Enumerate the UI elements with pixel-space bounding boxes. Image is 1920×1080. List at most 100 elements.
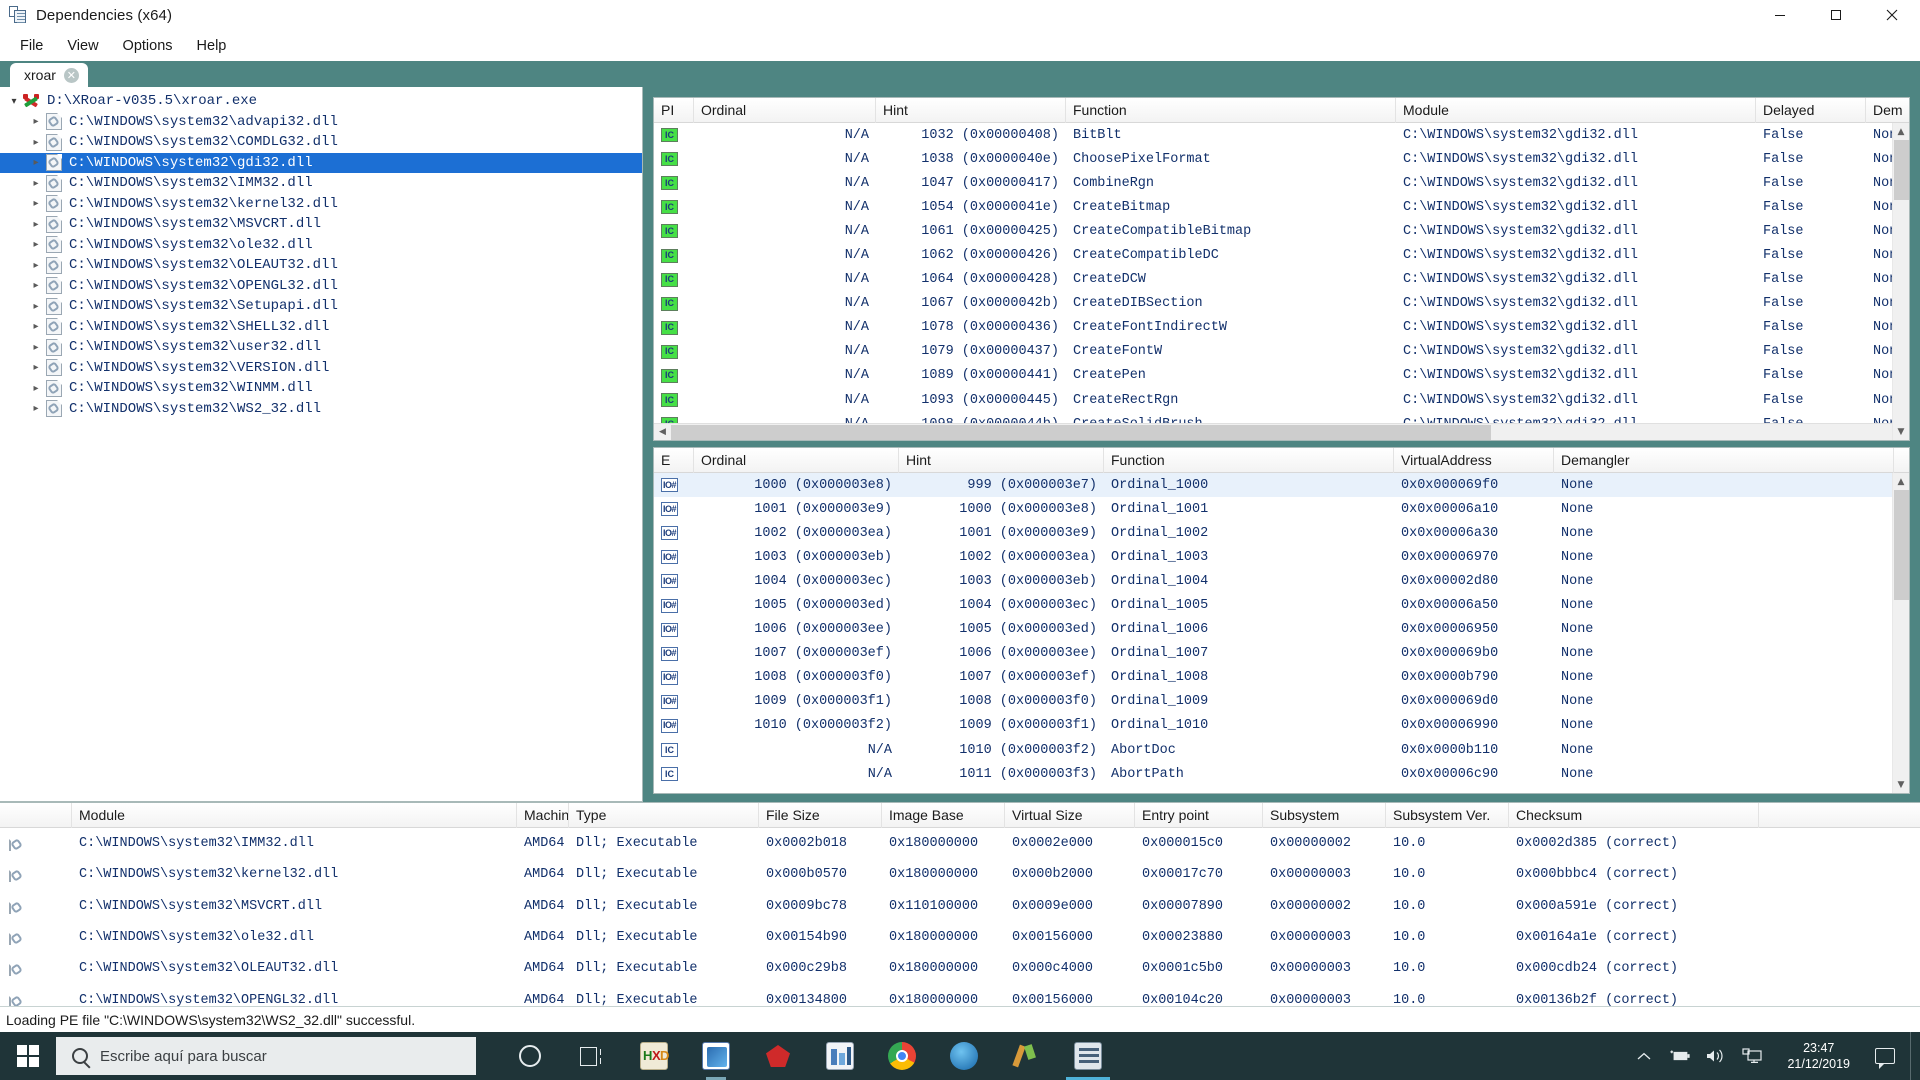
table-row[interactable]: IO# 1002 (0x000003ea) 1001 (0x000003e9) Ord… (654, 521, 1909, 545)
table-row[interactable]: IO# 1005 (0x000003ed) 1004 (0x000003ec) Ord… (654, 593, 1909, 617)
modules-grid[interactable]: ModuleMachineTypeFile SizeImage BaseVirt… (0, 802, 1920, 1006)
chevron-up-icon[interactable] (1633, 1045, 1655, 1067)
table-row[interactable]: IC N/A 1062 (0x00000426) CreateCompatibleDC… (654, 243, 1909, 267)
maximize-button[interactable] (1808, 0, 1864, 30)
chevron-right-icon[interactable]: ▸ (28, 362, 44, 373)
chevron-right-icon[interactable]: ▸ (28, 342, 44, 353)
chevron-right-icon[interactable]: ▸ (28, 260, 44, 271)
table-row[interactable]: C:\WINDOWS\system32\IMM32.dll AMD64 Dll; E… (0, 828, 1920, 859)
scroll-down-icon[interactable]: ▼ (1893, 776, 1910, 793)
chevron-right-icon[interactable]: ▸ (28, 403, 44, 414)
hxd-icon[interactable]: H X D (624, 1032, 684, 1080)
column-header[interactable]: File Size (759, 802, 882, 828)
column-header[interactable]: E (654, 448, 694, 473)
chevron-right-icon[interactable]: ▸ (28, 239, 44, 250)
taskbar-clock[interactable]: 23:47 21/12/2019 (1777, 1040, 1860, 1072)
column-header[interactable]: Delayed (1756, 98, 1866, 123)
tree-row[interactable]: ▸ C:\WINDOWS\system32\advapi32.dll (0, 112, 642, 133)
column-header[interactable]: Function (1104, 448, 1394, 473)
scroll-down-icon[interactable]: ▼ (1893, 423, 1910, 440)
table-row[interactable]: IC N/A 1038 (0x0000040e) ChoosePixelFormat C… (654, 147, 1909, 171)
chevron-right-icon[interactable]: ▸ (28, 383, 44, 394)
thunderbird-icon[interactable] (934, 1032, 994, 1080)
chevron-right-icon[interactable]: ▸ (28, 157, 44, 168)
table-row[interactable]: IC N/A 1064 (0x00000428) CreateDCW C:\WINDOW… (654, 268, 1909, 292)
tree-row[interactable]: ▸ C:\WINDOWS\system32\IMM32.dll (0, 173, 642, 194)
vscroll-thumb[interactable] (1893, 490, 1909, 600)
exports-vscrollbar[interactable]: ▲ ▼ (1892, 473, 1909, 793)
column-header[interactable]: Checksum (1509, 802, 1759, 828)
table-row[interactable]: ICN/A1098 (0x0000044b)CreateSolidBrushC:… (654, 412, 1909, 423)
table-row[interactable]: IO# 1001 (0x000003e9) 1000 (0x000003e8) Ord… (654, 497, 1909, 521)
dependencies-taskbar-icon[interactable] (1058, 1032, 1118, 1080)
column-header[interactable]: VirtualAddress (1394, 448, 1554, 473)
column-header[interactable] (0, 802, 72, 828)
table-row[interactable]: IC N/A 1054 (0x0000041e) CreateBitmap C:\WIN… (654, 195, 1909, 219)
imports-body[interactable]: IC N/A 1032 (0x00000408) BitBlt C:\WINDOWS\s… (654, 123, 1909, 423)
battery-icon[interactable] (1669, 1045, 1691, 1067)
task-view-icon[interactable] (562, 1032, 622, 1080)
hscroll-track[interactable] (671, 424, 1892, 441)
column-header[interactable]: Demangler (1554, 448, 1894, 473)
chevron-right-icon[interactable]: ▸ (28, 280, 44, 291)
table-row[interactable]: IC N/A 1089 (0x00000441) CreatePen C:\WINDOW… (654, 364, 1909, 388)
chevron-right-icon[interactable]: ▸ (28, 116, 44, 127)
volume-icon[interactable] (1705, 1045, 1727, 1067)
table-row[interactable]: C:\WINDOWS\system32\ole32.dll AMD64 Dll; E… (0, 922, 1920, 953)
column-header[interactable]: Module (1396, 98, 1756, 123)
column-header[interactable]: Image Base (882, 802, 1005, 828)
minimize-button[interactable] (1752, 0, 1808, 30)
table-row[interactable]: IO# 1003 (0x000003eb) 1002 (0x000003ea) Ord… (654, 545, 1909, 569)
column-header[interactable]: Ordinal (694, 98, 876, 123)
menu-file[interactable]: File (8, 34, 55, 58)
tree-row[interactable]: ▸ C:\WINDOWS\system32\kernel32.dll (0, 194, 642, 215)
column-header[interactable]: Entry point (1135, 802, 1263, 828)
module-tree-pane[interactable]: ▾ D:\XRoar-v035.5\xroar.exe ▸ C:\WINDOWS\sy… (0, 87, 643, 802)
tree-row[interactable]: ▸ C:\WINDOWS\system32\MSVCRT.dll (0, 214, 642, 235)
column-header[interactable]: Type (569, 802, 759, 828)
vscroll-track[interactable] (1893, 140, 1910, 423)
chevron-right-icon[interactable]: ▸ (28, 219, 44, 230)
table-row[interactable]: IO# 1000 (0x000003e8) 999 (0x000003e7) Ordi… (654, 473, 1909, 498)
exports-body[interactable]: IO# 1000 (0x000003e8) 999 (0x000003e7) Ordi… (654, 473, 1909, 793)
chrome-icon[interactable] (872, 1032, 932, 1080)
tree-row[interactable]: ▸ C:\WINDOWS\system32\user32.dll (0, 337, 642, 358)
chevron-right-icon[interactable]: ▸ (28, 321, 44, 332)
module-tree[interactable]: ▾ D:\XRoar-v035.5\xroar.exe ▸ C:\WINDOWS\sy… (0, 87, 642, 419)
tree-row[interactable]: ▸ C:\WINDOWS\system32\VERSION.dll (0, 358, 642, 379)
scroll-up-icon[interactable]: ▲ (1893, 473, 1910, 490)
chevron-right-icon[interactable]: ▸ (28, 301, 44, 312)
taskbar-search-input[interactable]: Escribe aquí para buscar (56, 1037, 476, 1075)
table-row[interactable]: IC N/A 1061 (0x00000425) CreateCompatibleBi… (654, 219, 1909, 243)
app-icon[interactable] (810, 1032, 870, 1080)
table-row[interactable]: C:\WINDOWS\system32\kernel32.dll AMD64 Dll… (0, 859, 1920, 890)
column-header[interactable]: Hint (899, 448, 1104, 473)
menu-help[interactable]: Help (185, 34, 239, 58)
cortana-icon[interactable] (500, 1032, 560, 1080)
vscroll-thumb[interactable] (1893, 140, 1909, 200)
chevron-down-icon[interactable]: ▾ (6, 96, 22, 107)
table-row[interactable]: IC N/A 1010 (0x000003f2) AbortDoc 0x0x0000b1… (654, 738, 1909, 762)
table-row[interactable]: C:\WINDOWS\system32\OLEAUT32.dll AMD64 Dll… (0, 953, 1920, 984)
tree-row[interactable]: ▸ C:\WINDOWS\system32\ole32.dll (0, 235, 642, 256)
column-header[interactable]: Ordinal (694, 448, 899, 473)
table-row[interactable]: IO# 1004 (0x000003ec) 1003 (0x000003eb) Ord… (654, 569, 1909, 593)
imports-grid[interactable]: PI Ordinal Hint Function Module Delayed Dem IC… (653, 97, 1910, 441)
table-row[interactable]: IC N/A 1078 (0x00000436) CreateFontIndirect… (654, 316, 1909, 340)
column-header[interactable]: Subsystem (1263, 802, 1386, 828)
table-row[interactable]: IC N/A 1067 (0x0000042b) CreateDIBSection C:… (654, 292, 1909, 316)
tree-row[interactable]: ▸ C:\WINDOWS\system32\Setupapi.dll (0, 296, 642, 317)
column-header[interactable]: Function (1066, 98, 1396, 123)
tab-xroar[interactable]: xroar ✕ (10, 63, 88, 87)
tree-row[interactable]: ▸ C:\WINDOWS\system32\WINMM.dll (0, 378, 642, 399)
table-row[interactable]: IC N/A 1047 (0x00000417) CombineRgn C:\WINDO… (654, 171, 1909, 195)
column-header[interactable]: Hint (876, 98, 1066, 123)
table-row[interactable]: C:\WINDOWS\system32\MSVCRT.dll AMD64 Dll; … (0, 891, 1920, 922)
column-header[interactable]: Module (72, 802, 517, 828)
column-header[interactable]: Machine (517, 802, 569, 828)
process-hacker-icon[interactable] (686, 1032, 746, 1080)
network-icon[interactable] (1741, 1045, 1763, 1067)
chevron-right-icon[interactable]: ▸ (28, 137, 44, 148)
table-row[interactable]: IO# 1010 (0x000003f2) 1009 (0x000003f1) Ord… (654, 714, 1909, 738)
table-row[interactable]: IC N/A 1093 (0x00000445) CreateRectRgn C:\WI… (654, 388, 1909, 412)
